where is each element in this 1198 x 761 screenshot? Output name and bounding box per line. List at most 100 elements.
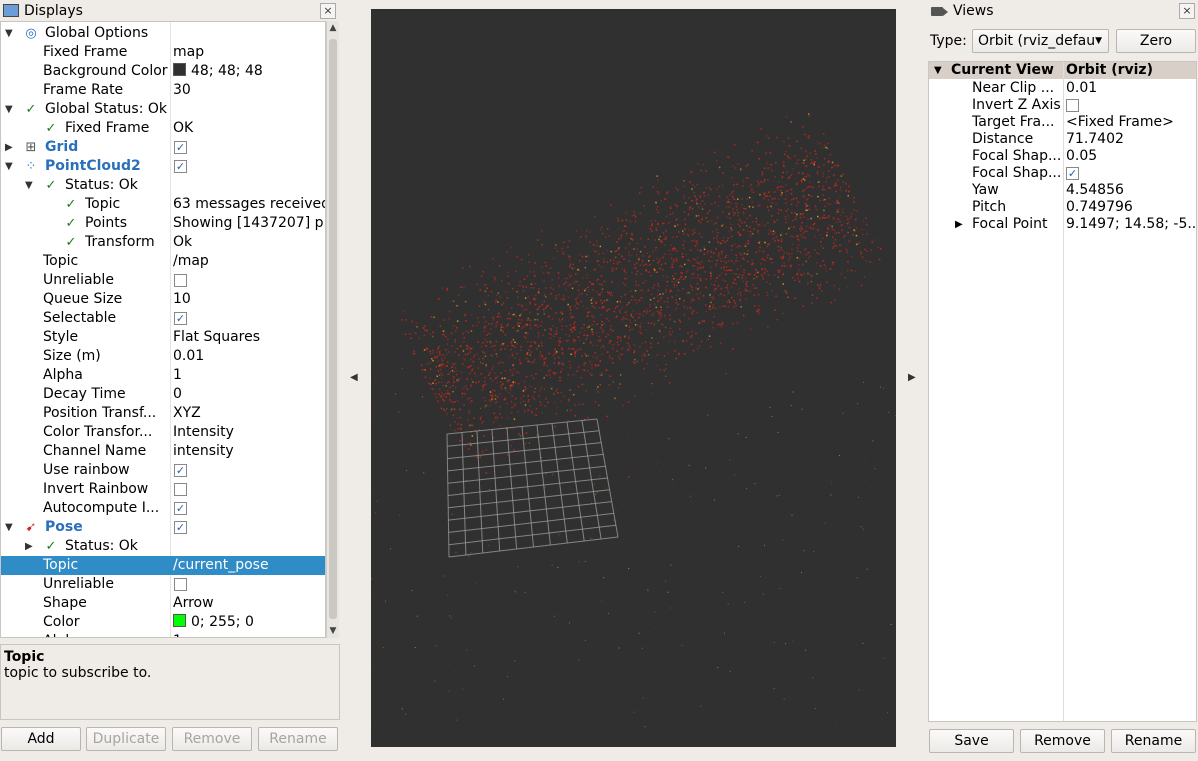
tree-row-value[interactable]: 30 [173,81,325,100]
rename-display-button[interactable]: Rename [258,727,338,751]
view-property-row[interactable]: Yaw 4.54856 [929,182,1196,199]
checkbox[interactable] [1066,99,1079,112]
tree-row-value[interactable]: 10 [173,290,325,309]
zero-button[interactable]: Zero [1116,29,1196,53]
view-property-value[interactable]: 0.749796 [1066,199,1196,216]
expand-arrow-icon[interactable]: ▶ [5,138,15,157]
tree-row[interactable]: Fixed Frame map [1,43,325,62]
tree-row[interactable]: Topic/map [1,252,325,271]
tree-row[interactable]: Shape Arrow [1,594,325,613]
view-property-value[interactable]: 0.05 [1066,148,1196,165]
render-viewport[interactable] [371,9,896,747]
tree-row[interactable]: ✓ Topic 63 messages received [1,195,325,214]
tree-row[interactable]: Color 0; 255; 0 [1,613,325,632]
tree-row[interactable]: ✓ Fixed Frame OK [1,119,325,138]
scroll-up-arrow-icon[interactable]: ▲ [327,21,339,35]
tree-row[interactable]: ▼ ✓ Global Status: Ok [1,100,325,119]
expand-arrow-icon[interactable]: ▶ [955,216,963,233]
tree-row[interactable]: Invert Rainbow [1,480,325,499]
checkbox[interactable] [174,274,187,287]
save-view-button[interactable]: Save [929,729,1014,753]
tree-row[interactable]: ▶ ✓ Status: Ok [1,537,325,556]
color-swatch[interactable] [173,63,186,76]
tree-row-value[interactable]: /map [173,252,325,271]
tree-row[interactable]: ✓ Points Showing [1437207] p... [1,214,325,233]
view-property-row[interactable]: Pitch 0.749796 [929,199,1196,216]
view-property-row[interactable]: ▶ Focal Point 9.1497; 14.58; -5... [929,216,1196,233]
tree-row[interactable]: Unreliable [1,271,325,290]
collapse-arrow-icon[interactable]: ▼ [5,518,15,537]
scroll-down-arrow-icon[interactable]: ▼ [327,624,339,638]
tree-row-value[interactable]: Arrow [173,594,325,613]
tree-row-value[interactable]: 0; 255; 0 [173,613,325,632]
tree-row-value[interactable]: map [173,43,325,62]
views-tree[interactable]: ▼ Current View Orbit (rviz) Near Clip ..… [928,61,1197,722]
checkbox[interactable]: ✓ [174,312,187,325]
tree-row[interactable]: ▼ ➹ Pose ✓ [1,518,325,537]
collapse-arrow-icon[interactable]: ▼ [5,100,15,119]
tree-row-value[interactable]: XYZ [173,404,325,423]
tree-row[interactable]: ▼ ⁘ PointCloud2 ✓ [1,157,325,176]
view-property-value[interactable]: <Fixed Frame> [1066,114,1196,131]
collapse-right-arrow-icon[interactable]: ▶ [908,372,916,383]
tree-row[interactable]: ✓ Transform Ok [1,233,325,252]
tree-row-value[interactable]: 0 [173,385,325,404]
tree-row-value[interactable]: 1 [173,366,325,385]
checkbox[interactable]: ✓ [174,464,187,477]
tree-row-value[interactable]: OK [173,119,325,138]
tree-row[interactable]: Use rainbow ✓ [1,461,325,480]
collapse-left-arrow-icon[interactable]: ◀ [350,372,358,383]
checkbox[interactable] [174,483,187,496]
view-property-value[interactable]: 4.54856 [1066,182,1196,199]
tree-row[interactable]: ▼ ◎ Global Options [1,24,325,43]
checkbox[interactable]: ✓ [174,502,187,515]
remove-display-button[interactable]: Remove [172,727,252,751]
displays-scrollbar[interactable]: ▲ ▼ [326,21,339,638]
tree-row[interactable]: Topic/current_pose [1,556,325,575]
tree-row-value[interactable]: Ok [173,233,325,252]
tree-row-value[interactable]: Intensity [173,423,325,442]
tree-row[interactable]: Background Color 48; 48; 48 [1,62,325,81]
checkbox[interactable]: ✓ [174,160,187,173]
scroll-thumb[interactable] [329,39,337,619]
rename-view-button[interactable]: Rename [1111,729,1196,753]
checkbox[interactable]: ✓ [174,141,187,154]
tree-row-value[interactable]: /current_pose [173,556,325,575]
checkbox[interactable]: ✓ [174,521,187,534]
tree-row[interactable]: Channel Name intensity [1,442,325,461]
view-property-row[interactable]: Near Clip ... 0.01 [929,80,1196,97]
tree-row-value[interactable]: intensity [173,442,325,461]
displays-tree[interactable]: ▼ ◎ Global Options Fixed Frame map Background… [0,21,326,638]
views-close-button[interactable]: × [1179,3,1195,19]
tree-row[interactable]: Alpha 1 [1,632,325,637]
tree-row[interactable]: Size (m) 0.01 [1,347,325,366]
view-property-value[interactable]: 9.1497; 14.58; -5... [1066,216,1196,233]
tree-row[interactable]: Alpha 1 [1,366,325,385]
tree-row[interactable]: Decay Time 0 [1,385,325,404]
view-property-row[interactable]: Focal Shap... ✓ [929,165,1196,182]
collapse-arrow-icon[interactable]: ▼ [5,157,15,176]
tree-row-value[interactable]: Showing [1437207] p... [173,214,325,233]
add-button[interactable]: Add [1,727,81,751]
tree-row[interactable]: Autocompute I... ✓ [1,499,325,518]
expand-arrow-icon[interactable]: ▼ [934,62,942,79]
tree-row[interactable]: Position Transf... XYZ [1,404,325,423]
view-property-value[interactable]: 0.01 [1066,80,1196,97]
view-property-row[interactable]: Invert Z Axis [929,97,1196,114]
collapse-arrow-icon[interactable]: ▼ [5,24,15,43]
view-property-row[interactable]: Focal Shap... 0.05 [929,148,1196,165]
tree-row[interactable]: Style Flat Squares [1,328,325,347]
view-type-dropdown[interactable]: Orbit (rviz_defau ▼ [972,29,1109,53]
tree-row[interactable]: Selectable ✓ [1,309,325,328]
remove-view-button[interactable]: Remove [1020,729,1105,753]
view-property-row[interactable]: Distance 71.7402 [929,131,1196,148]
tree-row[interactable]: Queue Size 10 [1,290,325,309]
view-property-value[interactable]: 71.7402 [1066,131,1196,148]
color-swatch[interactable] [173,614,186,627]
tree-row[interactable]: ▶ ⊞ Grid ✓ [1,138,325,157]
tree-row[interactable]: Frame Rate 30 [1,81,325,100]
tree-row[interactable]: Unreliable [1,575,325,594]
tree-row-value[interactable]: Flat Squares [173,328,325,347]
duplicate-button[interactable]: Duplicate [86,727,166,751]
tree-row[interactable]: Color Transfor... Intensity [1,423,325,442]
